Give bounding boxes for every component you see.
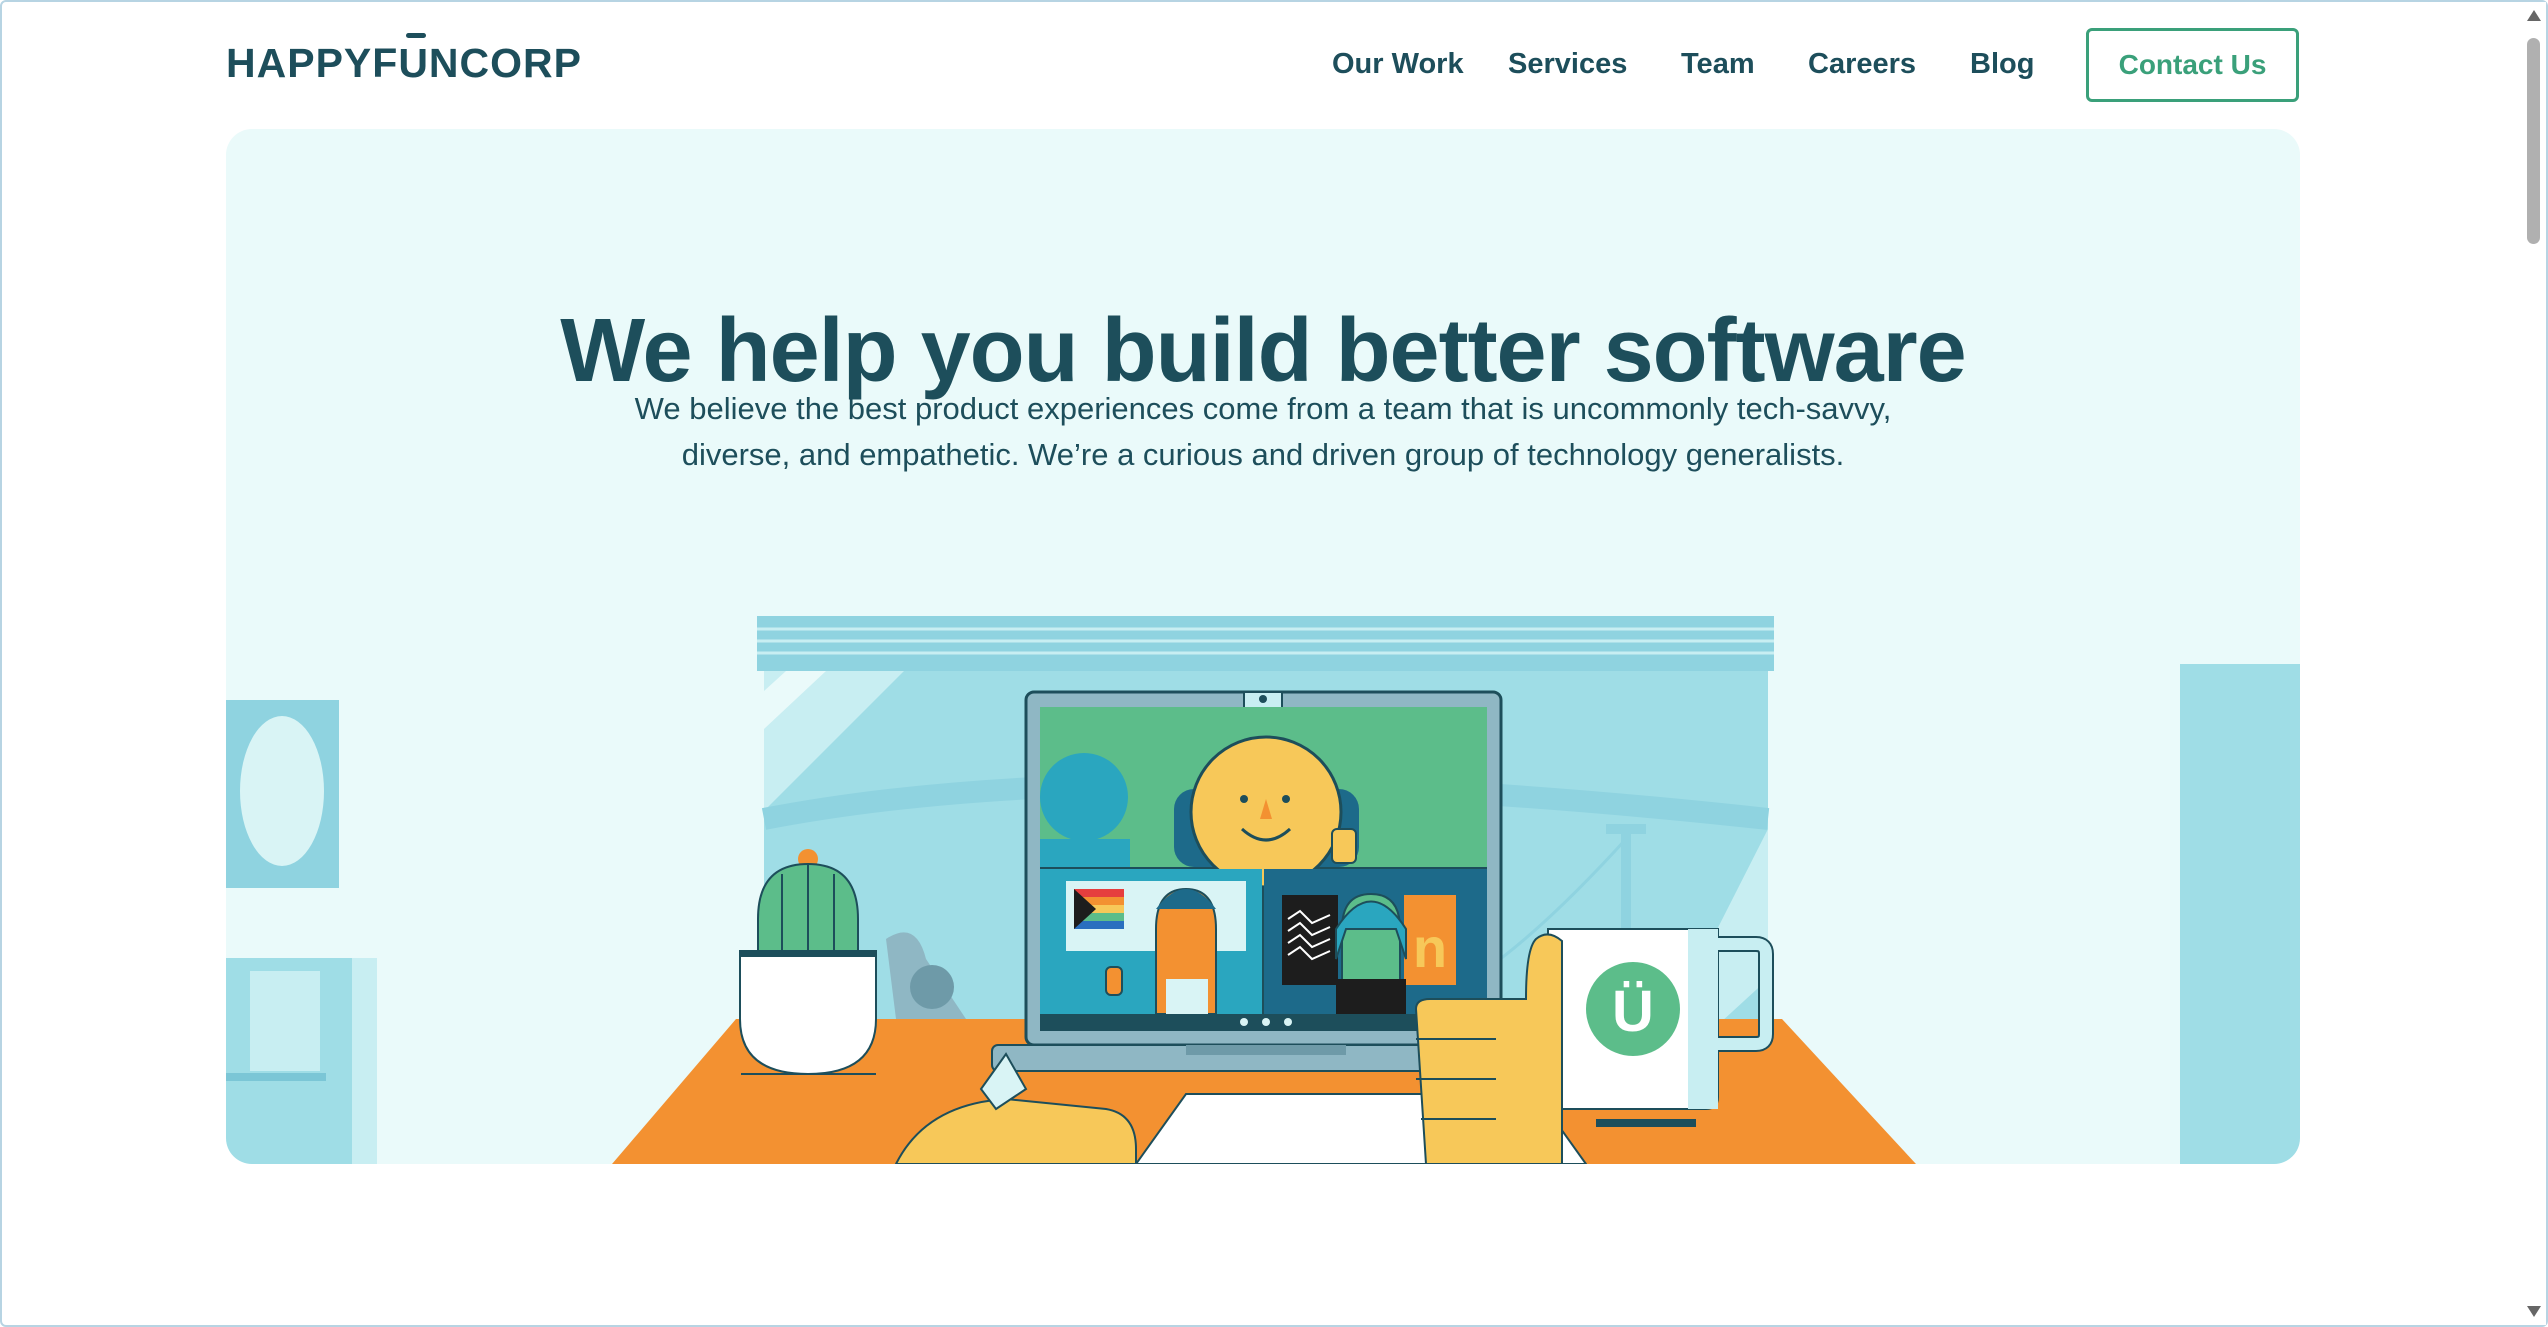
tile-decor-circle (1040, 753, 1128, 841)
page-scrollbar[interactable] (2522, 2, 2546, 1325)
hero-illustration: n Ü (226, 616, 2300, 1164)
nav-services[interactable]: Services (1508, 48, 1627, 81)
participant-left-hand (1105, 966, 1123, 996)
contact-us-button[interactable]: Contact Us (2086, 28, 2299, 102)
participant-left-shirt (1166, 979, 1208, 1014)
hero-subtitle-line-2: diverse, and empathetic. We’re a curious… (681, 437, 1845, 472)
tile-decor-block (1040, 839, 1130, 867)
participant-right-shirt (1336, 979, 1406, 1014)
pot-rim (740, 951, 876, 957)
left-shelf-side (352, 958, 377, 1164)
scroll-down-arrow-icon[interactable] (2527, 1306, 2541, 1317)
window-blind (757, 616, 1774, 671)
bird-wing (910, 965, 954, 1009)
control-dot-1 (1240, 1018, 1248, 1026)
nav-team[interactable]: Team (1681, 48, 1755, 81)
right-shelf-board (2180, 756, 2300, 766)
shelf-book (250, 971, 320, 1071)
nav-careers[interactable]: Careers (1808, 48, 1916, 81)
control-dot-3 (1284, 1018, 1292, 1026)
mug-logo-letter: Ü (1612, 979, 1654, 1044)
scroll-up-arrow-icon[interactable] (2527, 10, 2541, 21)
right-shelf-bracket (2189, 766, 2195, 800)
laptop-trackpad (1186, 1045, 1346, 1055)
shelf-board (226, 1073, 326, 1081)
screen-letter: n (1413, 916, 1447, 979)
hero-subtitle-line-1: We believe the best product experiences … (634, 391, 1892, 426)
hero-subtitle: We believe the best product experiences … (226, 386, 2300, 478)
nav-blog[interactable]: Blog (1970, 48, 2034, 81)
control-dot-2 (1262, 1018, 1270, 1026)
scrollbar-thumb[interactable] (2527, 38, 2540, 244)
presenter-eye-left (1240, 795, 1248, 803)
wall-mirror (240, 716, 324, 866)
desk-pencil (1596, 1119, 1696, 1127)
hero-section: n Ü We help you build better software We… (226, 129, 2300, 1164)
cactus-pot (739, 950, 877, 1076)
webcam-dot (1259, 695, 1267, 703)
nav-our-work[interactable]: Our Work (1332, 48, 1464, 81)
pride-flag (1074, 889, 1124, 929)
presenter-thumb (1331, 828, 1357, 864)
presenter-eye-right (1282, 795, 1290, 803)
mug-shade (1688, 929, 1718, 1109)
